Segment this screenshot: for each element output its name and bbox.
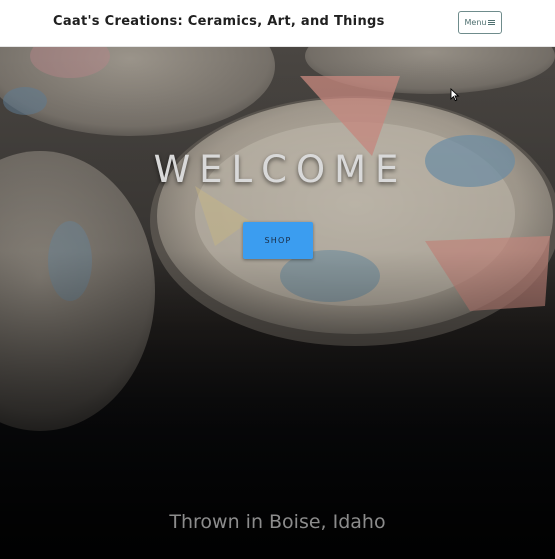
menu-button[interactable]: Menu — [458, 11, 502, 34]
bars-icon — [488, 19, 496, 26]
hero-tagline: Thrown in Boise, Idaho — [169, 511, 386, 533]
page: Caat's Creations: Ceramics, Art, and Thi… — [0, 0, 555, 559]
navbar: Caat's Creations: Ceramics, Art, and Thi… — [0, 0, 555, 47]
site-title[interactable]: Caat's Creations: Ceramics, Art, and Thi… — [53, 14, 385, 29]
mouse-cursor-icon — [450, 88, 460, 102]
hero-overlay — [0, 46, 555, 559]
hero-section: WELCOME SHOP Thrown in Boise, Idaho — [0, 46, 555, 559]
shop-button[interactable]: SHOP — [243, 222, 313, 259]
menu-label: Menu — [464, 18, 487, 27]
hero-heading: WELCOME — [153, 148, 408, 191]
